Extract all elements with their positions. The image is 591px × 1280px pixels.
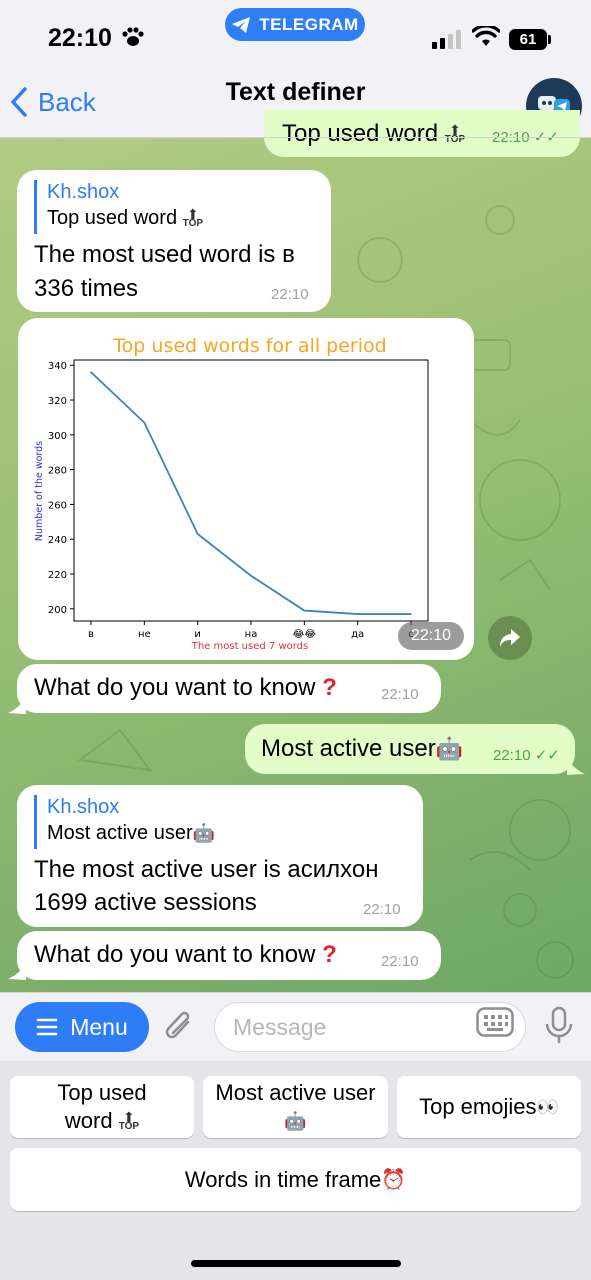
cellular-signal-icon [432,30,461,49]
x-axis-label: The most used 7 words [191,641,309,652]
attach-icon[interactable] [162,1008,196,1046]
reply-author: Kh.shox [47,181,120,203]
y-tick-label: 240 [48,535,67,546]
y-tick-label: 340 [48,361,67,372]
status-bar: 22:10 TELEGRAM 61 [0,0,591,70]
most-active-user-button[interactable]: Most active user 🤖 [203,1076,388,1138]
line-chart: Top used words for all period 200 220 240 26… [34,335,429,652]
bubble-tail [8,962,26,980]
words-in-time-frame-button[interactable]: Words in time frame ⏰ [10,1148,581,1211]
top-arrow-icon: ⬆ TOP [444,121,466,145]
outgoing-message[interactable]: Top used word ⬆ TOP 22:10 ✓✓ [264,110,580,157]
bubble-tail [567,757,585,775]
incoming-message[interactable]: Kh.shox Most active user🤖 The most activ… [17,785,423,927]
home-indicator [191,1260,401,1267]
reply-snippet: Top used word ⬆ TOP [47,205,204,229]
microphone-icon[interactable] [544,1006,574,1046]
button-label-2: word ⬆ TOP [64,1108,140,1133]
robot-emoji-icon: 🤖 [192,823,216,843]
y-tick-label: 320 [48,396,67,407]
robot-emoji-icon: 🤖 [284,1111,307,1131]
paw-icon [122,27,144,46]
data-point [410,613,412,615]
chart-title: Top used words for all period [112,335,386,357]
top-arrow-icon: ⬆ TOP [182,205,204,229]
data-point [196,533,199,535]
keyboard-icon[interactable] [476,1007,514,1037]
telegram-pill[interactable]: TELEGRAM [225,8,365,41]
robot-emoji-icon: 🤖 [435,736,464,761]
data-point [143,421,146,424]
data-point [303,609,306,612]
x-tick-label: не [138,629,151,640]
bot-keyboard: Top used word ⬆ TOP Most active user 🤖 To… [0,1061,591,1280]
message-time: 22:10 [271,286,309,303]
telegram-plane-icon [232,16,251,33]
incoming-message[interactable]: What do you want to know ? 22:10 [17,664,441,713]
battery-icon: 61 [509,29,547,50]
image-time: 22:10 [398,622,464,650]
button-label: Top used [57,1080,147,1105]
reply-author: Kh.shox [47,796,120,818]
question-mark-icon: ? [322,941,337,968]
alarm-clock-icon: ⏰ [381,1168,407,1191]
message-line: 1699 active sessions [34,889,257,916]
y-tick-label: 280 [48,466,67,477]
hamburger-icon [36,1018,58,1036]
x-tick-label: в [88,629,94,640]
menu-button[interactable]: Menu [15,1002,149,1052]
x-tick-label: да [351,629,364,640]
chat-title[interactable]: Text definer [0,78,591,107]
data-point [90,371,92,373]
button-label: Words in time frame [184,1166,382,1192]
incoming-message[interactable]: Kh.shox Top used word ⬆ TOP The most used… [17,170,331,312]
outgoing-message[interactable]: Most active user🤖 22:10 ✓✓ [245,724,575,774]
message-line: 336 times [34,275,139,302]
share-button[interactable] [488,616,532,660]
data-point [250,574,252,577]
message-text: What do you want to know ? [34,674,337,701]
y-tick-label: 300 [48,431,67,442]
message-line: The most active user is асилхон [34,856,379,883]
data-point [356,613,359,615]
y-tick-label: 220 [48,570,67,581]
message-line: The most used word is в [34,241,295,268]
reply-quote[interactable]: Kh.shox Most active user🤖 [34,795,215,849]
battery-tip [548,35,551,44]
top-arrow-icon: ⬆ TOP [118,1109,140,1133]
forward-icon [500,629,520,647]
question-mark-icon: ? [322,674,337,701]
double-check-icon: ✓✓ [534,747,560,764]
message-time: 22:10 ✓✓ [493,747,560,764]
reply-snippet: Most active user🤖 [47,822,216,844]
wifi-icon [472,26,500,46]
y-tick-label: 260 [48,500,67,511]
y-axis-label: Number of the words [34,441,45,541]
eyes-emoji-icon: 👀 [536,1097,559,1117]
message-time: 22:10 [381,686,419,703]
message-text: Top used word ⬆ TOP [282,120,466,147]
y-tick-label: 200 [48,605,67,616]
telegram-pill-label: TELEGRAM [259,14,359,34]
plot-frame [73,359,429,622]
reply-quote[interactable]: Kh.shox Top used word ⬆ TOP [34,180,203,234]
chart-image-message[interactable]: Top used words for all period 200 220 240 26… [18,318,474,660]
message-text: Most active user🤖 [261,735,464,762]
message-time: 22:10 [381,953,419,970]
incoming-message[interactable]: What do you want to know ? 22:10 [17,931,441,980]
x-tick-label: и [194,629,201,640]
bubble-tail [8,696,26,714]
message-time: 22:10 [363,901,401,918]
x-tick-label: на [245,629,258,640]
top-used-word-button[interactable]: Top used word ⬆ TOP [10,1076,194,1138]
menu-label: Menu [70,1013,128,1040]
header-divider [0,137,591,138]
message-text: What do you want to know ? [34,941,337,968]
x-tick-label: 😂😂 [293,629,316,640]
button-label: Top emojies [419,1094,537,1119]
button-label: Most active user [215,1080,376,1105]
series-line [90,371,411,615]
status-time: 22:10 [48,24,112,52]
top-emojies-button[interactable]: Top emojies 👀 [397,1076,581,1138]
